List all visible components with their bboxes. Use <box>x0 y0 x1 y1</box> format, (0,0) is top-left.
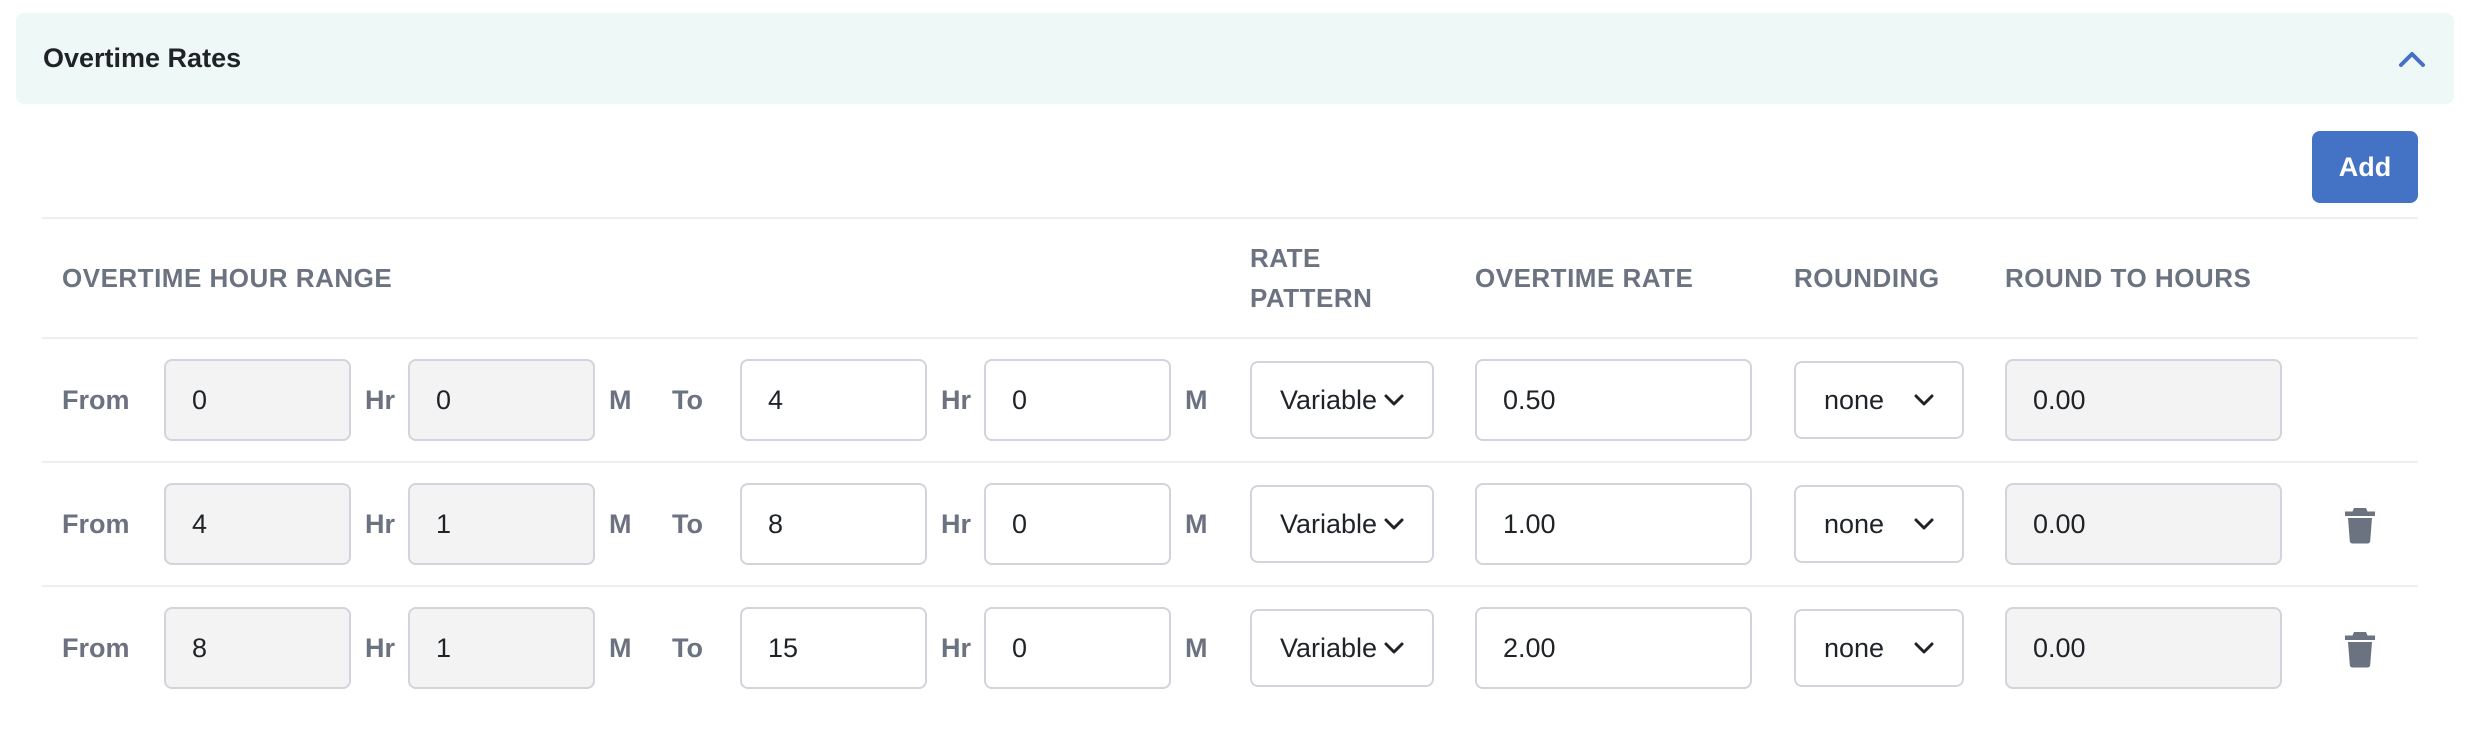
from-label: From <box>62 385 130 415</box>
chevron-down-icon <box>1384 393 1404 407</box>
m-label: M <box>609 385 632 415</box>
round-to-hours-input[interactable] <box>2005 359 2282 441</box>
hr-label: Hr <box>365 633 396 663</box>
to-minute-input[interactable] <box>984 607 1171 689</box>
overtime-rate-input[interactable] <box>1475 483 1752 565</box>
from-minute-input[interactable] <box>408 483 595 565</box>
to-hour-input[interactable] <box>740 483 927 565</box>
round-to-hours-input[interactable] <box>2005 607 2282 689</box>
column-header-overtime-hour-range: OVERTIME HOUR RANGE <box>62 263 393 293</box>
panel-title: Overtime Rates <box>43 43 242 73</box>
to-label: To <box>672 385 703 415</box>
from-minute-input[interactable] <box>408 607 595 689</box>
table-row: From Hr M To Hr M Variable none <box>0 463 2470 585</box>
m-label: M <box>609 509 632 539</box>
to-hour-input[interactable] <box>740 607 927 689</box>
from-hour-input[interactable] <box>164 607 351 689</box>
hr-label: Hr <box>365 509 396 539</box>
rate-pattern-value: Variable <box>1280 384 1378 415</box>
table-row: From Hr M To Hr M Variable none <box>0 339 2470 461</box>
to-label: To <box>672 509 703 539</box>
chevron-down-icon <box>1384 641 1404 655</box>
rate-pattern-value: Variable <box>1280 632 1378 663</box>
from-hour-input[interactable] <box>164 483 351 565</box>
m-label: M <box>1185 633 1208 663</box>
overtime-rates-panel-header[interactable]: Overtime Rates <box>16 13 2454 104</box>
rounding-select[interactable]: none <box>1794 485 1964 563</box>
table-row: From Hr M To Hr M Variable none <box>0 587 2470 709</box>
rounding-select[interactable]: none <box>1794 361 1964 439</box>
rate-pattern-select[interactable]: Variable <box>1250 361 1434 439</box>
to-minute-input[interactable] <box>984 359 1171 441</box>
column-header-rounding: ROUNDING <box>1794 263 1940 293</box>
to-label: To <box>672 633 703 663</box>
column-header-rate-pattern-line2: PATTERN <box>1250 283 1373 313</box>
chevron-down-icon <box>1384 517 1404 531</box>
from-minute-input[interactable] <box>408 359 595 441</box>
rounding-select[interactable]: none <box>1794 609 1964 687</box>
column-header-round-to-hours: ROUND TO HOURS <box>2005 263 2252 293</box>
rate-pattern-select[interactable]: Variable <box>1250 485 1434 563</box>
m-label: M <box>609 633 632 663</box>
chevron-down-icon <box>1914 517 1934 531</box>
column-header-rate-pattern: RATE PATTERN <box>1250 238 1372 318</box>
trash-icon[interactable] <box>2342 630 2378 668</box>
trash-icon[interactable] <box>2342 506 2378 544</box>
overtime-rate-input[interactable] <box>1475 359 1752 441</box>
to-minute-input[interactable] <box>984 483 1171 565</box>
chevron-down-icon <box>1914 641 1934 655</box>
to-hour-input[interactable] <box>740 359 927 441</box>
column-header-rate-pattern-line1: RATE <box>1250 243 1321 273</box>
overtime-rate-input[interactable] <box>1475 607 1752 689</box>
m-label: M <box>1185 385 1208 415</box>
add-button[interactable]: Add <box>2312 131 2418 203</box>
divider <box>42 217 2418 219</box>
from-label: From <box>62 509 130 539</box>
rounding-value: none <box>1824 508 1885 539</box>
rate-pattern-select[interactable]: Variable <box>1250 609 1434 687</box>
chevron-up-icon[interactable] <box>2394 41 2430 77</box>
from-hour-input[interactable] <box>164 359 351 441</box>
hr-label: Hr <box>365 385 396 415</box>
rounding-value: none <box>1824 384 1885 415</box>
chevron-down-icon <box>1914 393 1934 407</box>
hr-label: Hr <box>941 385 972 415</box>
from-label: From <box>62 633 130 663</box>
rounding-value: none <box>1824 632 1885 663</box>
hr-label: Hr <box>941 509 972 539</box>
rate-pattern-value: Variable <box>1280 508 1378 539</box>
round-to-hours-input[interactable] <box>2005 483 2282 565</box>
hr-label: Hr <box>941 633 972 663</box>
column-header-overtime-rate: OVERTIME RATE <box>1475 263 1694 293</box>
m-label: M <box>1185 509 1208 539</box>
